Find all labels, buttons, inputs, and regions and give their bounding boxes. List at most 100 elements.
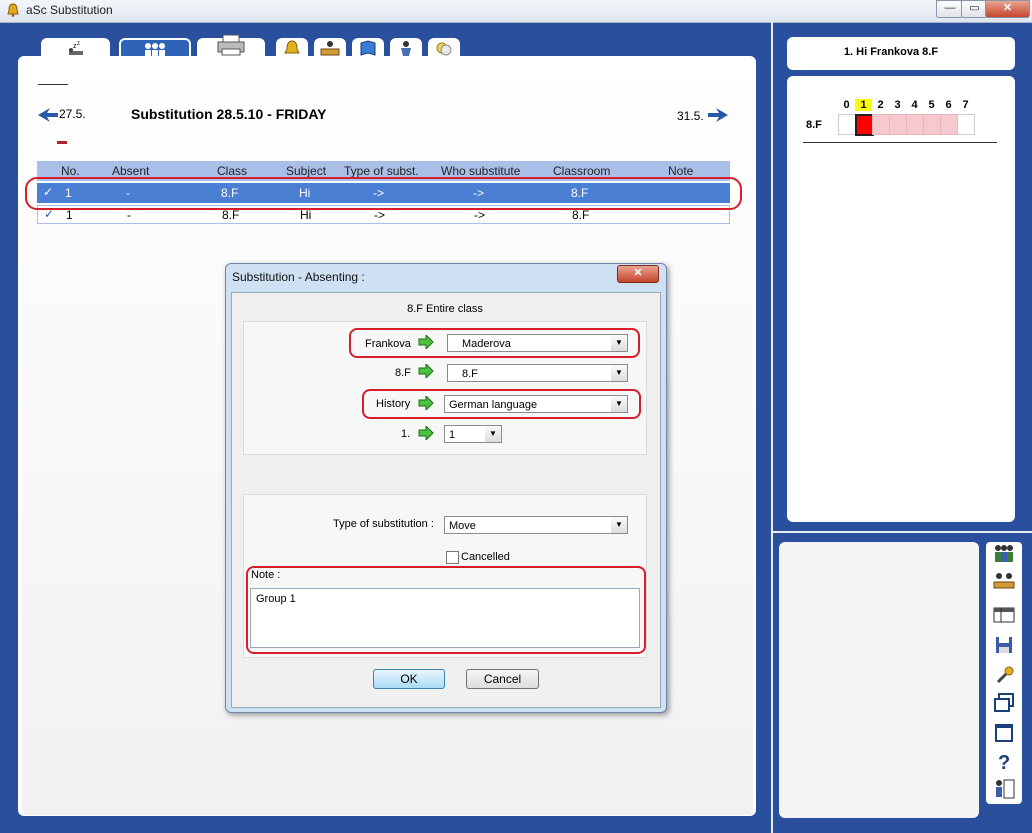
maximize-button[interactable]: ▭ [961,0,988,18]
close-button[interactable]: ✕ [985,0,1030,18]
highlight-frame [25,177,742,210]
highlight-frame [349,328,640,358]
lesson-header: 1. Hi Frankova 8.F [843,46,939,58]
cell-subject: Hi [300,208,312,222]
row-label: 8.F [806,119,822,131]
bell-icon [284,40,300,54]
type-select[interactable]: Move ▼ [444,516,628,534]
period-number: 4 [911,99,918,111]
tab-person[interactable] [390,38,422,58]
period-cell[interactable] [872,114,890,135]
exit-icon[interactable] [992,778,1016,800]
printer-icon [217,34,245,56]
period-cell[interactable] [906,114,924,135]
tools-icon[interactable] [992,664,1016,686]
period-cell[interactable] [889,114,907,135]
period-cell[interactable] [923,114,941,135]
next-arrow-icon[interactable] [708,108,728,122]
teacher-desk-icon [320,41,340,56]
tab-book[interactable] [352,38,384,58]
minimize-button[interactable]: — [936,0,964,18]
cancelled-label: Cancelled [461,551,510,563]
title-bar [0,0,1032,23]
windows-icon[interactable] [992,692,1016,714]
help-icon[interactable]: ? [992,750,1016,772]
toolbar-vertical: ? [986,542,1022,804]
window-title: aSc Substitution [26,3,113,17]
column-header[interactable]: Classroom [553,164,610,178]
green-arrow-icon [418,364,434,378]
chevron-down-icon: ▼ [611,517,627,533]
cell-classroom: 8.F [572,208,590,222]
tab-absent-teachers[interactable]: z z [41,38,110,58]
cancel-button[interactable]: Cancel [466,669,539,689]
bell-app-icon [7,3,19,17]
divider [803,142,997,143]
prev-arrow-icon[interactable] [38,108,58,122]
type-select-value: Move [449,520,476,532]
dialog-close-button[interactable]: ✕ [617,265,659,283]
column-header[interactable]: Type of subst. [344,164,419,178]
period-number: 7 [962,99,969,111]
cell-who: -> [474,208,486,222]
tab-coins[interactable] [428,38,460,58]
classroom-icon[interactable] [992,572,1016,594]
period-select-value: 1 [449,429,456,441]
svg-text:z: z [77,41,80,47]
period-label: 1. [401,428,411,440]
book-icon [360,40,376,56]
prev-date-link[interactable]: 27.5. [59,107,86,121]
column-header[interactable]: Who substitute [441,164,520,178]
dialog-subtitle: 8.F Entire class [407,303,483,315]
cell-class: 8.F [222,208,240,222]
ok-button[interactable]: OK [373,669,445,689]
students-icon[interactable] [992,544,1016,566]
cell-type: -> [374,208,386,222]
period-number: 3 [894,99,901,111]
period-number: 0 [843,99,850,111]
type-label: Type of substitution : [333,518,434,530]
splitter-horizontal[interactable] [771,531,1032,533]
column-header[interactable]: No. [61,164,80,178]
class-label: 8.F [395,367,411,379]
tab-teacher-desk[interactable] [314,38,346,58]
highlight-frame [246,566,646,654]
divider [38,84,68,85]
cancelled-checkbox[interactable] [446,551,459,564]
page-title: Substitution 28.5.10 - FRIDAY [131,106,327,122]
period-number: 1 [855,99,872,111]
splitter[interactable] [771,22,773,833]
period-number: 5 [928,99,935,111]
svg-text:?: ? [998,752,1010,772]
green-arrow-icon [418,426,434,440]
chevron-down-icon: ▼ [485,426,501,442]
window-icon[interactable] [992,722,1016,744]
period-cell[interactable] [957,114,975,135]
period-select[interactable]: 1 ▼ [444,425,502,443]
column-header[interactable]: Absent [112,164,149,178]
next-date-link[interactable]: 31.5. [677,109,704,123]
cell-no: 1 [66,208,73,222]
period-number: 6 [945,99,952,111]
table-icon[interactable] [992,604,1016,626]
column-header[interactable]: Subject [286,164,326,178]
class-select[interactable]: 8.F ▼ [447,364,628,382]
chevron-down-icon: ▼ [611,365,627,381]
tab-print[interactable] [197,34,265,58]
column-header[interactable]: Note [668,164,693,178]
column-header[interactable]: Class [217,164,247,178]
highlight-frame [362,389,641,419]
person-icon [401,41,411,56]
class-select-value: 8.F [462,368,478,380]
coins-icon [436,42,452,56]
dialog-title: Substitution - Absenting : [232,270,365,284]
tab-classes[interactable] [119,38,191,59]
period-number: 2 [877,99,884,111]
period-cell[interactable] [838,114,856,135]
period-cell[interactable] [940,114,958,135]
cell-absent: - [127,208,131,222]
save-icon[interactable] [992,634,1016,656]
tab-bell[interactable] [276,38,308,58]
info-panel [779,542,979,818]
red-marker [57,141,67,144]
